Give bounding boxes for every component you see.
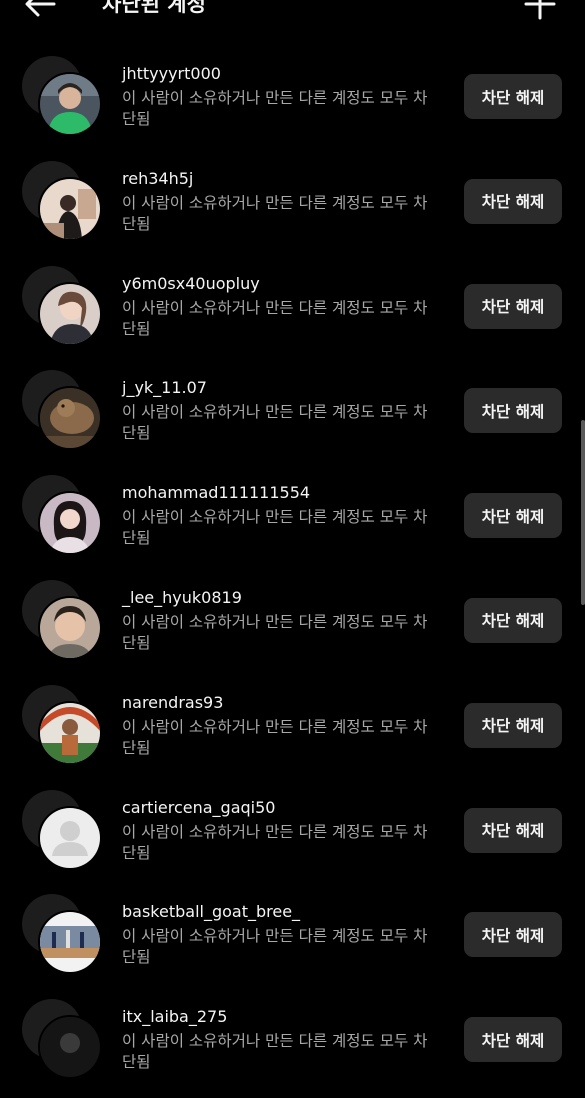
avatar-stack[interactable] <box>22 56 104 138</box>
blocked-account-row: jhttyyyrt000 이 사람이 소유하거나 만든 다른 계정도 모두 차단… <box>0 50 585 155</box>
account-username[interactable]: basketball_goat_bree_ <box>122 902 300 921</box>
account-username[interactable]: jhttyyyrt000 <box>122 64 221 83</box>
blocked-accounts-list: jhttyyyrt000 이 사람이 소유하거나 만든 다른 계정도 모두 차단… <box>0 50 585 1098</box>
avatar <box>38 595 102 660</box>
blocked-note: 이 사람이 소유하거나 만든 다른 계정도 모두 차단됨 <box>122 822 428 862</box>
page-title: 차단된 계정 <box>102 0 206 16</box>
blocked-account-row: _lee_hyuk0819 이 사람이 소유하거나 만든 다른 계정도 모두 차… <box>0 574 585 679</box>
account-username[interactable]: _lee_hyuk0819 <box>122 588 242 607</box>
blocked-note: 이 사람이 소유하거나 만든 다른 계정도 모두 차단됨 <box>122 193 428 233</box>
avatar <box>38 176 102 241</box>
avatar-stack[interactable] <box>22 475 104 557</box>
blocked-account-row: mohammad111111554 이 사람이 소유하거나 만든 다른 계정도 … <box>0 469 585 574</box>
unblock-button[interactable]: 차단 해제 <box>464 74 562 119</box>
avatar <box>38 386 102 451</box>
account-username[interactable]: y6m0sx40uopluy <box>122 274 260 293</box>
blocked-note: 이 사람이 소유하거나 만든 다른 계정도 모두 차단됨 <box>122 1032 428 1072</box>
unblock-button[interactable]: 차단 해제 <box>464 493 562 539</box>
unblock-button[interactable]: 차단 해제 <box>464 807 562 853</box>
unblock-button[interactable]: 차단 해제 <box>464 388 562 434</box>
blocked-note: 이 사람이 소유하거나 만든 다른 계정도 모두 차단됨 <box>122 403 428 443</box>
avatar-stack[interactable] <box>22 370 104 452</box>
unblock-button[interactable]: 차단 해제 <box>464 597 562 643</box>
avatar <box>38 281 102 346</box>
blocked-account-row: itx_laiba_275 이 사람이 소유하거나 만든 다른 계정도 모두 차… <box>0 993 585 1098</box>
blocked-account-row: cartiercena_gaqi50 이 사람이 소유하거나 만든 다른 계정도… <box>0 784 585 889</box>
avatar-stack[interactable] <box>22 789 104 872</box>
avatar-stack[interactable] <box>22 684 104 767</box>
avatar <box>38 1015 102 1080</box>
avatar-stack[interactable] <box>22 160 104 243</box>
unblock-button[interactable]: 차단 해제 <box>464 912 562 958</box>
unblock-button[interactable]: 차단 해제 <box>464 178 562 224</box>
unblock-button[interactable]: 차단 해제 <box>464 283 562 329</box>
scrollbar[interactable] <box>581 420 585 605</box>
blocked-note: 이 사람이 소유하거나 만든 다른 계정도 모두 차단됨 <box>122 717 428 757</box>
add-icon[interactable] <box>522 0 558 22</box>
avatar <box>38 72 102 136</box>
blocked-note: 이 사람이 소유하거나 만든 다른 계정도 모두 차단됨 <box>122 298 428 338</box>
account-username[interactable]: narendras93 <box>122 693 223 712</box>
blocked-note: 이 사람이 소유하거나 만든 다른 계정도 모두 차단됨 <box>122 927 428 967</box>
avatar-stack[interactable] <box>22 894 104 976</box>
avatar-stack[interactable] <box>22 579 104 662</box>
account-username[interactable]: cartiercena_gaqi50 <box>122 798 275 817</box>
account-username[interactable]: itx_laiba_275 <box>122 1007 227 1026</box>
unblock-button[interactable]: 차단 해제 <box>464 702 562 748</box>
top-bar: 차단된 계정 <box>0 0 585 24</box>
account-username[interactable]: mohammad111111554 <box>122 483 310 502</box>
avatar <box>38 910 102 975</box>
blocked-account-row: basketball_goat_bree_ 이 사람이 소유하거나 만든 다른 … <box>0 888 585 993</box>
account-username[interactable]: j_yk_11.07 <box>122 378 207 397</box>
avatar <box>38 491 102 556</box>
back-arrow-icon[interactable] <box>22 0 58 22</box>
avatar <box>38 805 102 870</box>
blocked-note: 이 사람이 소유하거나 만든 다른 계정도 모두 차단됨 <box>122 612 428 652</box>
avatar <box>38 700 102 765</box>
blocked-account-row: reh34h5j 이 사람이 소유하거나 만든 다른 계정도 모두 차단됨 차단… <box>0 155 585 260</box>
blocked-note: 이 사람이 소유하거나 만든 다른 계정도 모두 차단됨 <box>122 508 428 548</box>
avatar-stack[interactable] <box>22 265 104 348</box>
blocked-account-row: y6m0sx40uopluy 이 사람이 소유하거나 만든 다른 계정도 모두 … <box>0 260 585 365</box>
blocked-account-row: j_yk_11.07 이 사람이 소유하거나 만든 다른 계정도 모두 차단됨 … <box>0 364 585 469</box>
account-username[interactable]: reh34h5j <box>122 169 193 188</box>
blocked-account-row: narendras93 이 사람이 소유하거나 만든 다른 계정도 모두 차단됨… <box>0 679 585 784</box>
avatar-stack[interactable] <box>22 999 104 1081</box>
blocked-note: 이 사람이 소유하거나 만든 다른 계정도 모두 차단됨 <box>122 89 428 128</box>
